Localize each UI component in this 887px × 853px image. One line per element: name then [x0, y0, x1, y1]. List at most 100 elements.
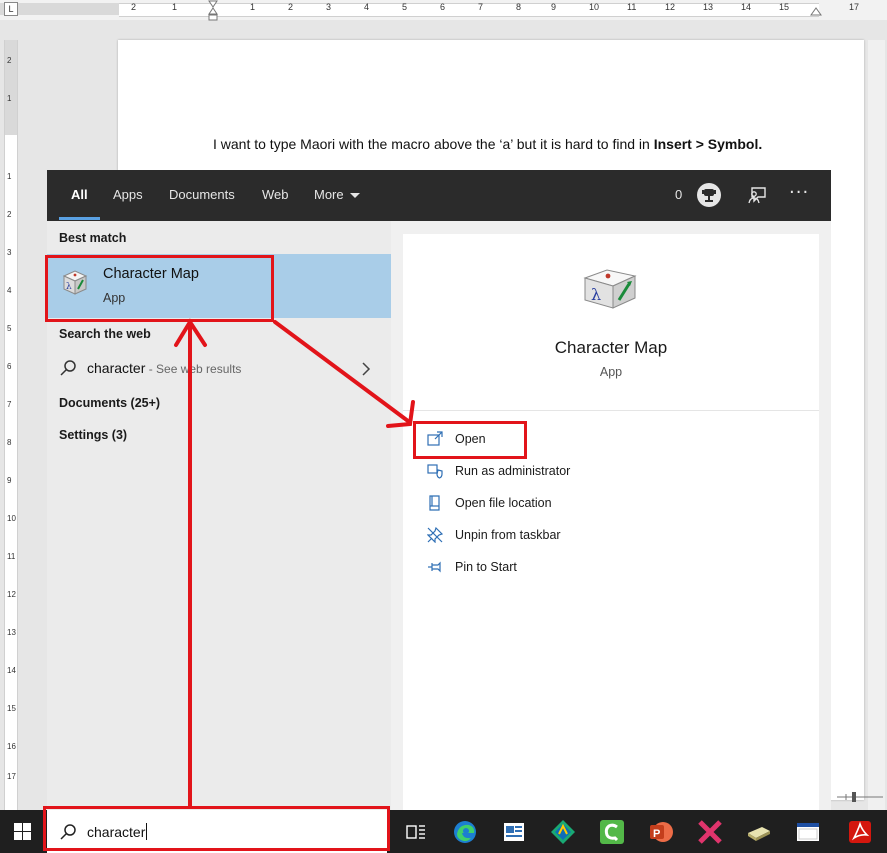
vertical-ruler: 2 1 1 2 3 4 5 6 7 8 9 10 11 12 13 14 15 …: [4, 40, 18, 810]
tab-apps[interactable]: Apps: [113, 187, 143, 202]
svg-text:P: P: [653, 828, 660, 840]
ruler-number: 1: [7, 94, 12, 103]
annotation-box-search: [43, 806, 390, 851]
document-text-bold: Insert > Symbol.: [653, 136, 763, 152]
chevron-down-icon: [349, 193, 360, 199]
active-tab-indicator: [59, 217, 100, 220]
divider: [403, 410, 819, 411]
more-options-icon[interactable]: ···: [789, 182, 809, 203]
unpin-from-taskbar-action[interactable]: Unpin from taskbar: [403, 521, 819, 551]
indent-marker-icon[interactable]: [207, 0, 219, 22]
search-web-heading: Search the web: [59, 327, 151, 341]
ruler-number: 6: [7, 362, 12, 371]
window-icon[interactable]: [794, 818, 822, 846]
camtasia-icon[interactable]: [598, 818, 626, 846]
ruler-number: 14: [741, 2, 752, 12]
ruler-number: 1: [250, 2, 256, 12]
file-location-icon: [429, 495, 440, 511]
web-search-query: character - See web results: [87, 360, 241, 376]
ruler-number: 4: [364, 2, 370, 12]
tab-more-label: More: [314, 187, 344, 202]
ruler-number: 10: [7, 514, 16, 523]
trophy-icon[interactable]: [696, 182, 722, 208]
zoom-slider[interactable]: [835, 790, 885, 804]
xmind-icon[interactable]: [696, 818, 724, 846]
svg-text:λ: λ: [591, 285, 601, 304]
search-icon: [60, 360, 76, 376]
ruler-number: 13: [703, 2, 714, 12]
annotation-box-best-match: [45, 255, 274, 322]
vertical-scrollbar[interactable]: [868, 40, 885, 810]
ruler-number: 11: [7, 552, 16, 561]
settings-heading[interactable]: Settings (3): [59, 428, 127, 442]
ruler-number: 17: [7, 772, 16, 781]
ruler-number: 8: [7, 438, 12, 447]
ruler-number: 13: [7, 628, 16, 637]
ruler-number: 11: [627, 2, 637, 12]
edge-icon[interactable]: [451, 818, 479, 846]
ruler-text-area: [119, 3, 819, 17]
ruler-number: 14: [7, 666, 16, 675]
pin-to-start-label: Pin to Start: [455, 560, 517, 574]
ruler-number: 10: [589, 2, 600, 12]
open-file-location-label: Open file location: [455, 496, 552, 510]
web-results-hint: - See web results: [145, 362, 242, 376]
feedback-icon[interactable]: [747, 185, 767, 205]
ruler-number: 17: [849, 2, 860, 12]
acrobat-icon[interactable]: [846, 818, 874, 846]
run-as-administrator-label: Run as administrator: [455, 464, 571, 478]
chevron-right-icon[interactable]: [361, 361, 371, 377]
ruler-number: 2: [7, 210, 12, 219]
document-text-regular: I want to type Maori with the macro abov…: [213, 136, 654, 152]
best-match-heading: Best match: [59, 231, 127, 245]
app-preview-pane: λ Character Map App Open Run as administ…: [403, 234, 819, 810]
ruler-number: 16: [7, 742, 16, 751]
ruler-number: 12: [7, 590, 16, 599]
ruler-number: 4: [7, 286, 12, 295]
run-as-administrator-action[interactable]: Run as administrator: [403, 457, 819, 487]
annotation-box-open: [413, 421, 527, 459]
ruler-number: 8: [516, 2, 522, 12]
rewards-count: 0: [675, 187, 683, 202]
unpin-icon: [427, 527, 443, 543]
tab-all[interactable]: All: [71, 187, 88, 202]
ruler-number: 2: [131, 2, 137, 12]
tab-more[interactable]: More: [314, 187, 360, 202]
preview-title: Character Map: [554, 338, 668, 357]
task-view-icon[interactable]: [402, 818, 430, 846]
shield-icon: [427, 464, 443, 479]
ruler-number: 5: [7, 324, 12, 333]
open-file-location-action[interactable]: Open file location: [403, 489, 819, 519]
scanner-icon[interactable]: [745, 818, 773, 846]
ruler-number: 7: [478, 2, 484, 12]
document-text: I want to type Maori with the macro abov…: [213, 136, 762, 152]
ruler-number: 15: [7, 704, 16, 713]
tab-web[interactable]: Web: [262, 187, 289, 202]
news-icon[interactable]: [500, 818, 528, 846]
ruler-number: 5: [402, 2, 408, 12]
ruler-number: 3: [326, 2, 332, 12]
windows-start-icon[interactable]: [0, 810, 46, 853]
documents-heading[interactable]: Documents (25+): [59, 396, 160, 410]
web-search-result[interactable]: character - See web results: [47, 351, 391, 387]
right-indent-marker-icon[interactable]: [810, 6, 822, 16]
horizontal-ruler: 2 1 1 2 3 4 5 6 7 8 9 10 11 12 13 14 15 …: [0, 0, 887, 22]
tab-stop-selector[interactable]: L: [4, 2, 18, 16]
search-filter-bar: All Apps Documents Web More 0 ···: [47, 170, 831, 221]
ruler-number: 1: [172, 2, 178, 12]
preview-subtitle: App: [599, 365, 623, 379]
ruler-number: 1: [7, 172, 12, 181]
maps-icon[interactable]: [549, 818, 577, 846]
unpin-from-taskbar-label: Unpin from taskbar: [455, 528, 561, 542]
ruler-number: 15: [779, 2, 790, 12]
pin-icon: [428, 561, 441, 573]
ruler-margin: [5, 40, 17, 135]
ruler-number: 9: [551, 2, 557, 12]
ruler-number: 3: [7, 248, 12, 257]
tab-documents[interactable]: Documents: [169, 187, 235, 202]
ruler-number: 2: [288, 2, 294, 12]
ruler-number: 6: [440, 2, 446, 12]
character-map-icon: λ: [583, 269, 637, 309]
powerpoint-icon[interactable]: P: [647, 818, 675, 846]
pin-to-start-action[interactable]: Pin to Start: [403, 553, 819, 583]
